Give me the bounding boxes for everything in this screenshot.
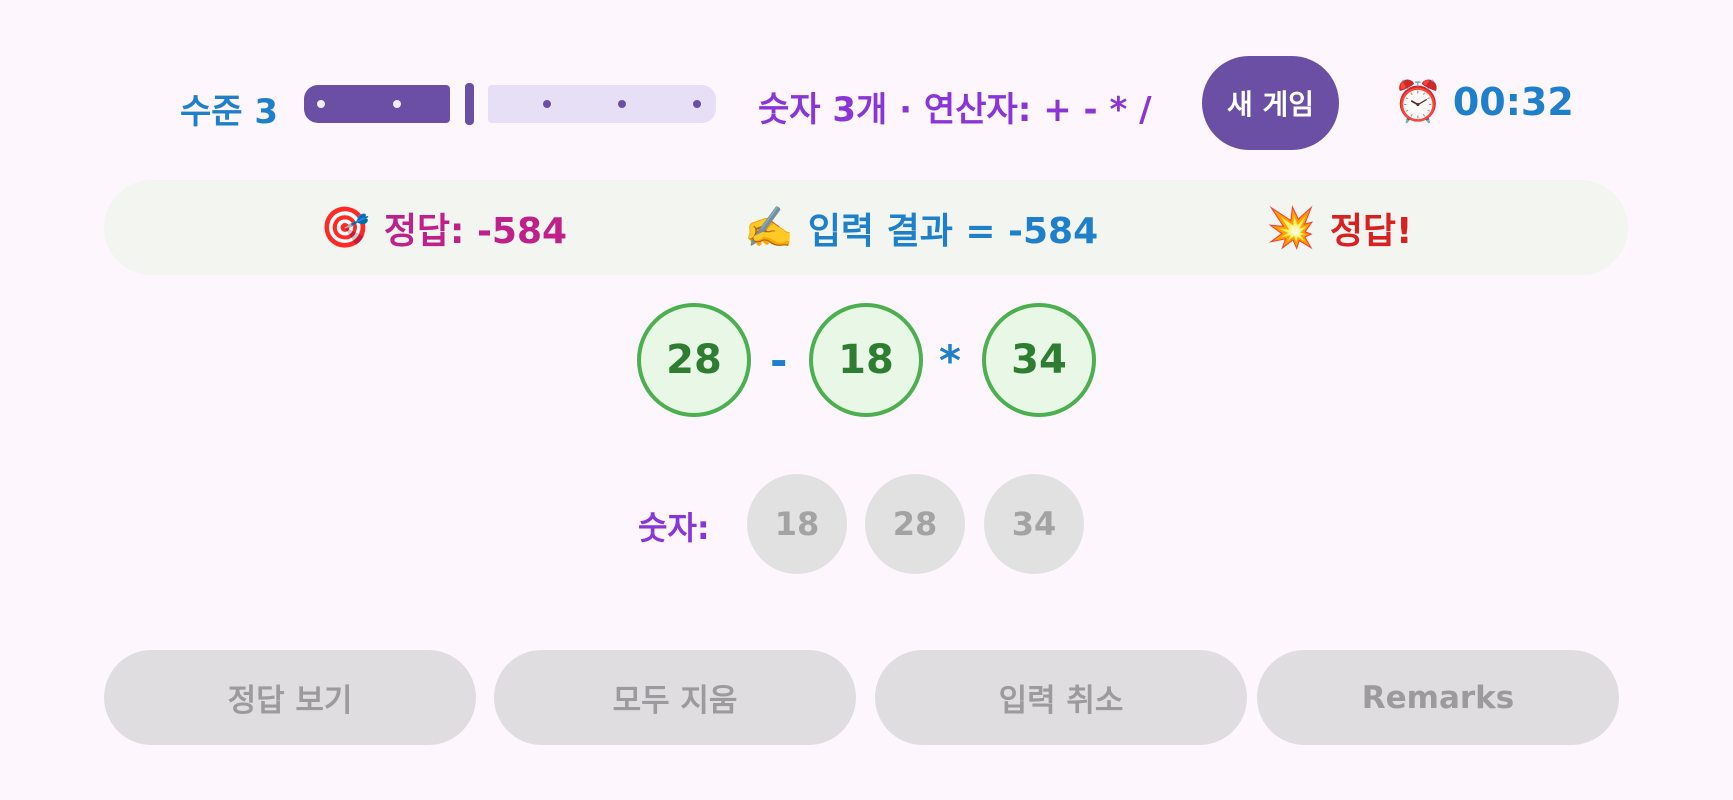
clear-all-button[interactable]: 모두 지움 — [494, 650, 856, 745]
level-tick — [693, 100, 701, 108]
status-bar: 🎯 정답: -584 ✍️ 입력 결과 = -584 💥 정답! — [104, 180, 1628, 275]
level-tick — [618, 100, 626, 108]
numbers-label: 숫자: — [638, 509, 710, 547]
collision-icon: 💥 — [1266, 205, 1316, 251]
level-slider-active-track — [304, 85, 450, 123]
level-slider-thumb[interactable] — [465, 83, 474, 125]
show-answer-button[interactable]: 정답 보기 — [104, 650, 476, 745]
alarm-clock-icon: ⏰ — [1393, 79, 1443, 125]
level-label: 수준 3 — [180, 92, 279, 132]
level-slider-inactive-track — [488, 85, 716, 123]
expression-operand[interactable]: 34 — [982, 303, 1096, 417]
level-tick — [393, 100, 401, 108]
level-tick — [543, 100, 551, 108]
timer-value: 00:32 — [1452, 80, 1574, 124]
target-icon: 🎯 — [320, 205, 370, 251]
game-screen: 수준 3 숫자 3개 · 연산자: + - * / 새 게임 ⏰ 00:32 🎯… — [0, 0, 1733, 800]
input-result-text: 입력 결과 = -584 — [807, 211, 1099, 252]
level-slider[interactable] — [304, 83, 716, 125]
expression-operand[interactable]: 28 — [637, 303, 751, 417]
game-rule-text: 숫자 3개 · 연산자: + - * / — [758, 90, 1152, 130]
target-answer: 🎯 정답: -584 — [320, 202, 567, 254]
number-chip[interactable]: 28 — [865, 474, 965, 574]
writing-hand-icon: ✍️ — [744, 205, 794, 251]
timer: ⏰ 00:32 — [1393, 80, 1574, 124]
verdict-text: 정답! — [1329, 211, 1413, 252]
remarks-button[interactable]: Remarks — [1257, 650, 1619, 745]
expression-operator: - — [770, 336, 788, 385]
expression-operand[interactable]: 18 — [809, 303, 923, 417]
target-answer-text: 정답: -584 — [383, 211, 568, 252]
expression-operator: * — [939, 336, 961, 385]
top-bar: 수준 3 숫자 3개 · 연산자: + - * / 새 게임 ⏰ 00:32 — [0, 56, 1733, 152]
number-chip[interactable]: 34 — [984, 474, 1084, 574]
verdict: 💥 정답! — [1266, 202, 1412, 254]
number-chip[interactable]: 18 — [747, 474, 847, 574]
level-tick — [317, 100, 325, 108]
input-result: ✍️ 입력 결과 = -584 — [744, 202, 1098, 254]
new-game-button[interactable]: 새 게임 — [1202, 56, 1339, 150]
undo-input-button[interactable]: 입력 취소 — [875, 650, 1247, 745]
